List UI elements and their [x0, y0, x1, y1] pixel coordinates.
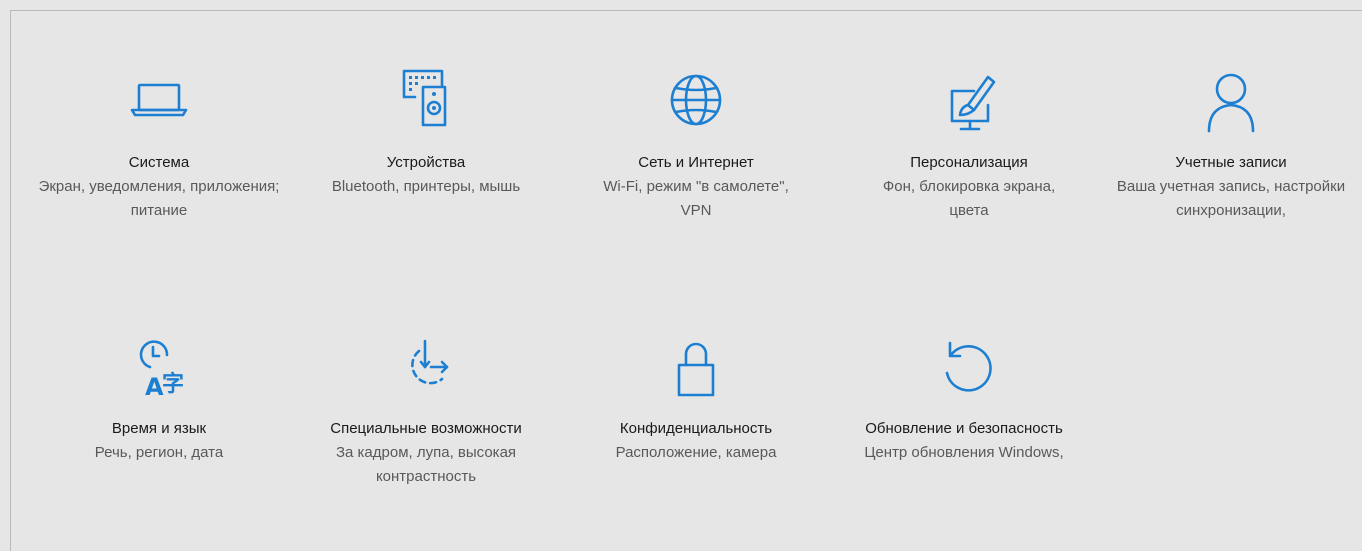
tile-privacy[interactable]: Конфиденциальность Расположение, камера — [591, 329, 801, 465]
laptop-icon — [120, 63, 198, 141]
tile-time-language-title: Время и язык — [111, 420, 207, 437]
tile-network[interactable]: Сеть и Интернет Wi-Fi, режим "в самолете… — [596, 63, 796, 223]
tile-accounts[interactable]: Учетные записи Ваша учетная запись, наст… — [1116, 63, 1346, 223]
tile-network-desc: Wi-Fi, режим "в самолете", VPN — [603, 178, 789, 219]
tile-ease-of-access[interactable]: Специальные возможности За кадром, лупа,… — [311, 329, 541, 489]
tile-system[interactable]: Система Экран, уведомления, приложения; … — [34, 63, 284, 223]
tile-update-security-desc: Центр обновления Windows, — [864, 444, 1064, 461]
devices-icon — [387, 63, 465, 141]
lock-icon — [657, 329, 735, 407]
paint-monitor-icon — [930, 63, 1008, 141]
tile-privacy-desc: Расположение, камера — [615, 444, 777, 461]
tile-personalization[interactable]: Персонализация Фон, блокировка экрана, ц… — [869, 63, 1069, 223]
tile-time-language[interactable]: A 字 Время и язык Речь, регион, дата — [34, 329, 284, 465]
tile-devices-desc: Bluetooth, принтеры, мышь — [331, 178, 521, 195]
tile-personalization-title: Персонализация — [910, 154, 1028, 171]
tile-update-security-title: Обновление и безопасность — [865, 420, 1063, 437]
tile-privacy-title: Конфиденциальность — [619, 420, 773, 437]
tile-time-language-desc: Речь, регион, дата — [94, 444, 224, 461]
person-icon — [1192, 63, 1270, 141]
svg-text:字: 字 — [162, 371, 184, 397]
tile-system-title: Система — [128, 154, 190, 171]
tile-network-title: Сеть и Интернет — [638, 154, 754, 171]
ease-of-access-icon — [387, 329, 465, 407]
tile-devices-title: Устройства — [386, 154, 466, 171]
update-icon — [925, 329, 1003, 407]
tile-devices[interactable]: Устройства Bluetooth, принтеры, мышь — [316, 63, 536, 199]
settings-home-panel: Система Экран, уведомления, приложения; … — [10, 10, 1362, 551]
tile-personalization-desc: Фон, блокировка экрана, цвета — [882, 178, 1056, 219]
tile-accounts-desc: Ваша учетная запись, настройки синхрониз… — [1116, 178, 1346, 219]
tile-accounts-title: Учетные записи — [1175, 154, 1287, 171]
time-language-icon: A 字 — [120, 329, 198, 407]
tile-ease-of-access-title: Специальные возможности — [330, 420, 522, 437]
globe-icon — [657, 63, 735, 141]
tile-ease-of-access-desc: За кадром, лупа, высокая контрастность — [335, 444, 517, 485]
tile-update-security[interactable]: Обновление и безопасность Центр обновлен… — [864, 329, 1064, 465]
tile-system-desc: Экран, уведомления, приложения; питание — [38, 178, 280, 219]
